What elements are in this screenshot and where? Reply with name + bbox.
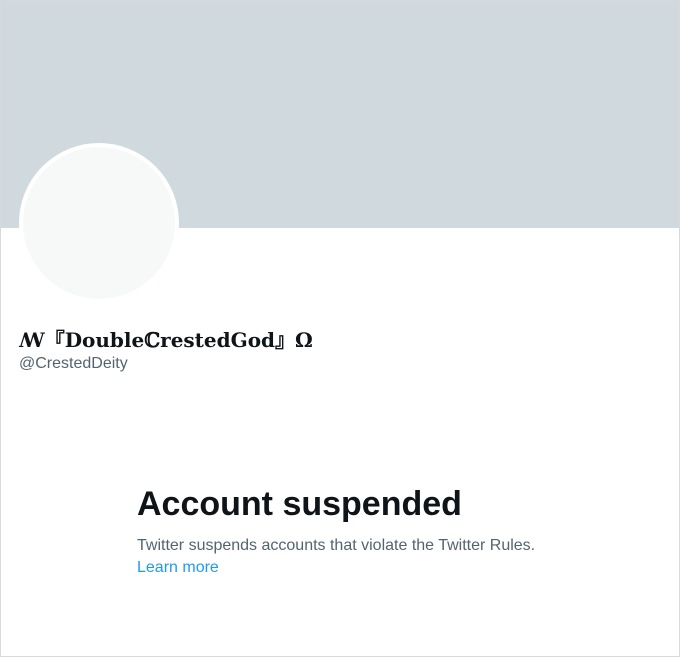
profile-display-name: ꟿ『𝐃𝐨𝐮𝐛𝐥𝐞ℂ𝐫𝐞𝐬𝐭𝐞𝐝𝐆𝐨𝐝』Ω (19, 328, 313, 352)
suspended-notice: Account suspended Twitter suspends accou… (137, 483, 537, 579)
profile-page: ꟿ『𝐃𝐨𝐮𝐛𝐥𝐞ℂ𝐫𝐞𝐬𝐭𝐞𝐝𝐆𝐨𝐝』Ω @CrestedDeity Accou… (0, 0, 680, 657)
suspended-title: Account suspended (137, 485, 462, 523)
suspended-message: Twitter suspends accounts that violate t… (137, 537, 536, 554)
suspended-message-paragraph: Twitter suspends accounts that violate t… (137, 535, 537, 579)
learn-more-link[interactable]: Learn more (137, 559, 219, 576)
profile-avatar[interactable] (19, 143, 179, 303)
profile-handle: @CrestedDeity (19, 355, 128, 372)
